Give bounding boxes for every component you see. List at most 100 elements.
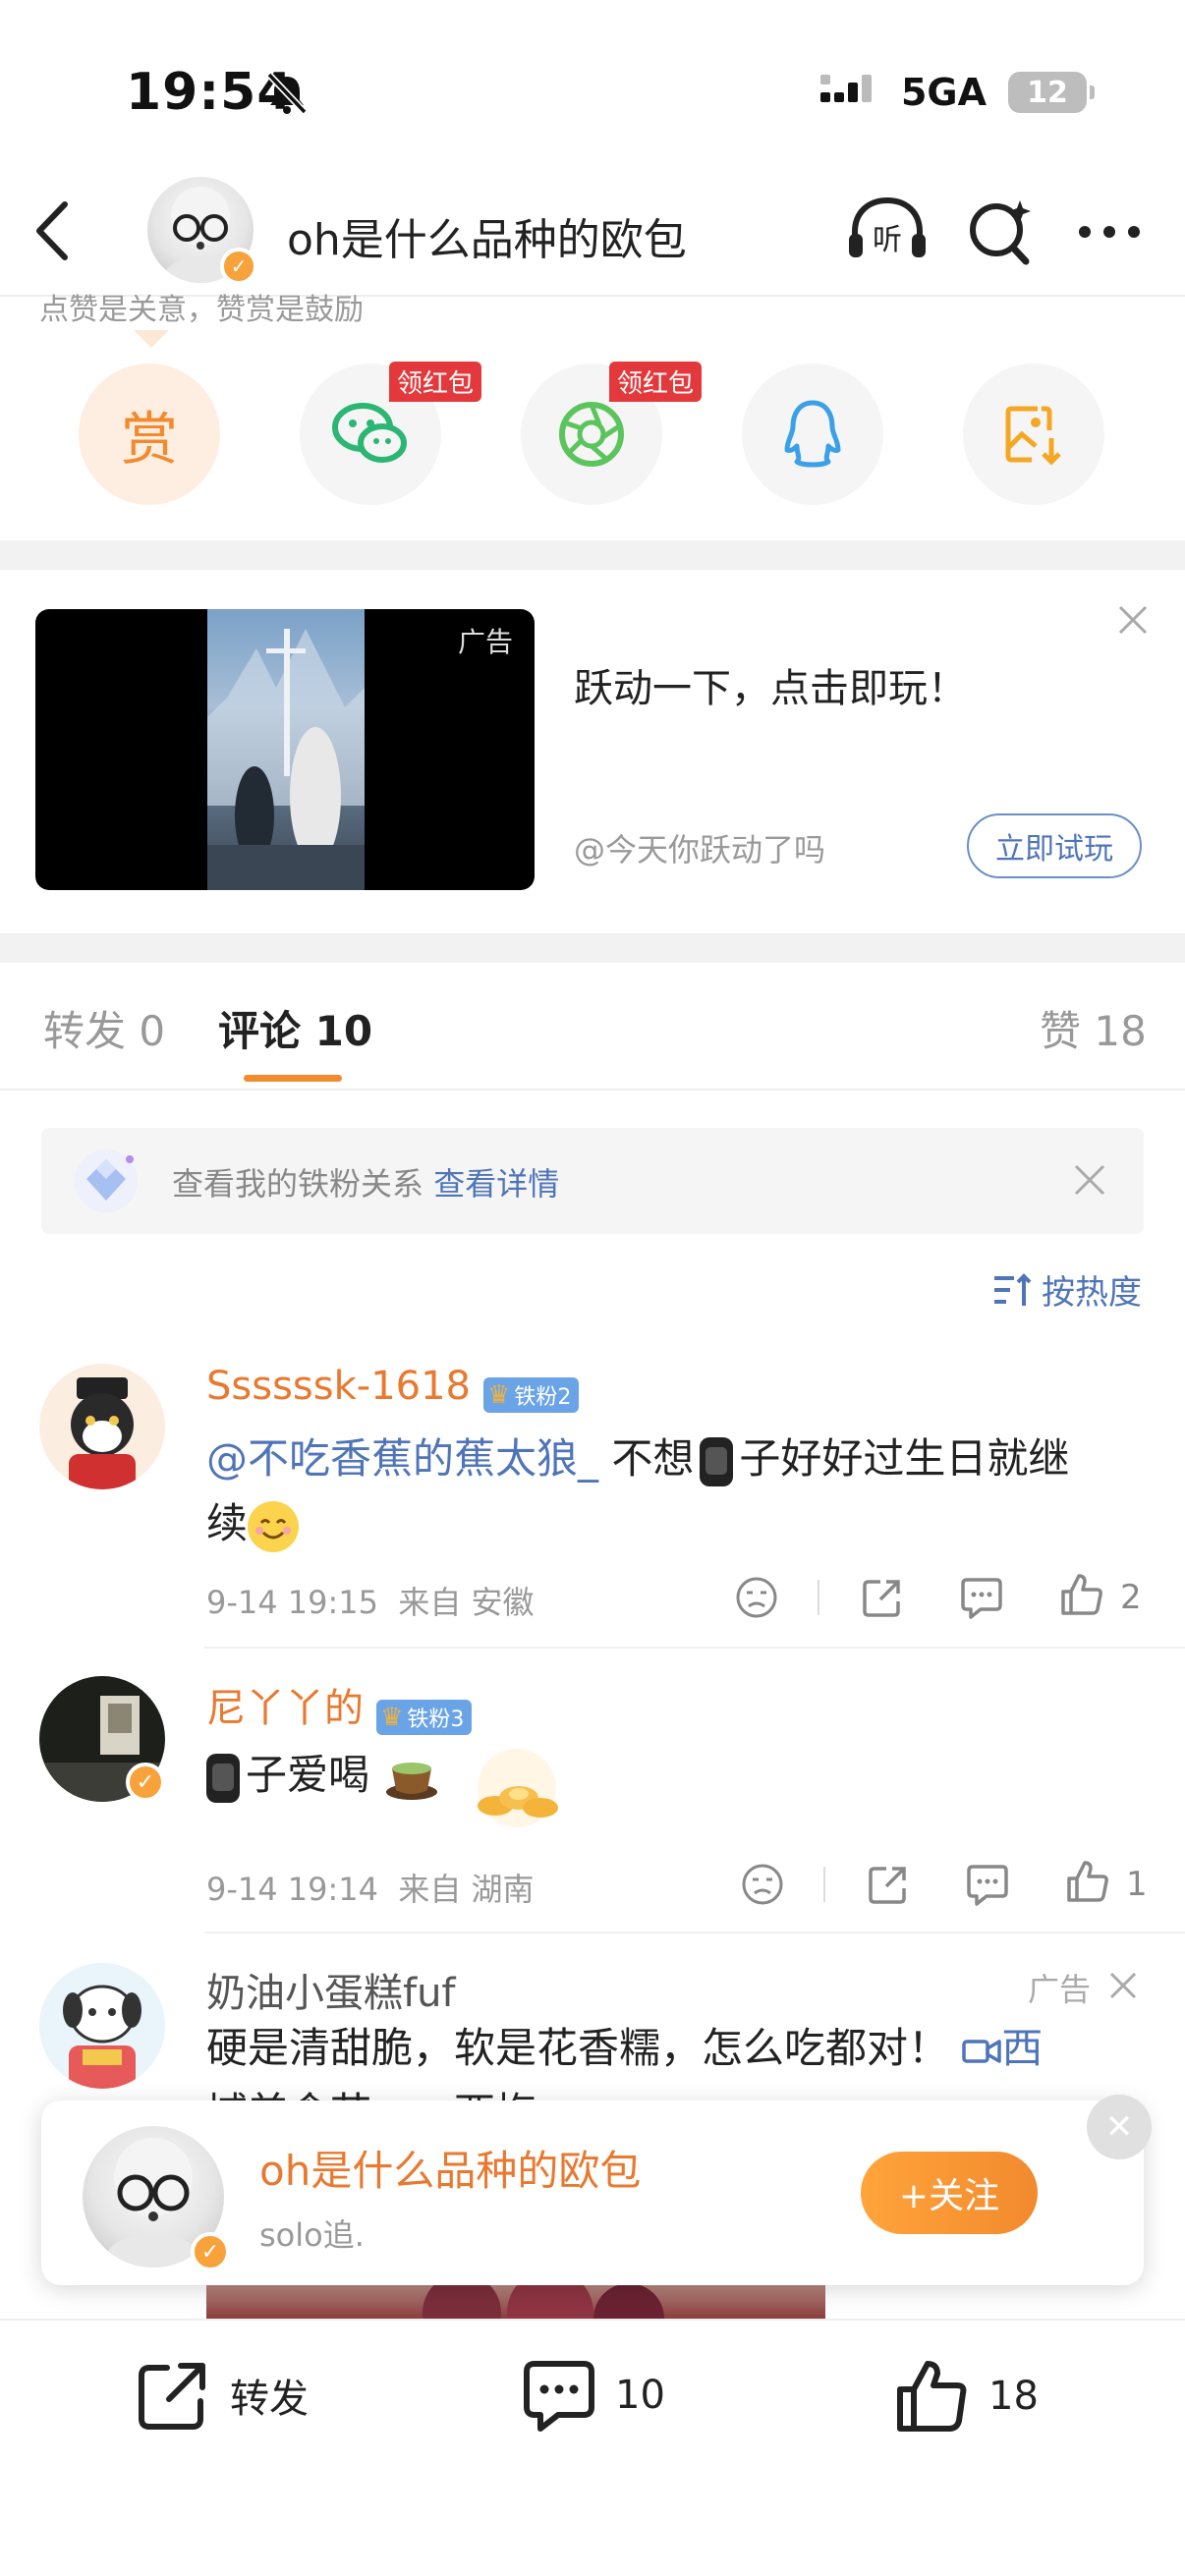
ad-thumbnail[interactable]: 广告 (35, 609, 535, 890)
wechat-icon (332, 403, 407, 463)
ad-label: 广告 (1028, 1971, 1092, 2008)
qq-penguin-icon (784, 400, 841, 468)
popup-username[interactable]: oh是什么品种的欧包 (259, 2138, 641, 2198)
share-qq-button[interactable] (742, 364, 883, 505)
signal-icon (819, 75, 879, 110)
tab-likes[interactable]: 赞 18 (1040, 998, 1147, 1058)
moments-aperture-icon (559, 402, 624, 467)
bottom-repost-button[interactable]: 转发 (136, 2358, 309, 2433)
bottom-like-count: 18 (988, 2374, 1039, 2419)
reward-hint: 点赞是关意，赞赏是鼓励 (39, 293, 364, 327)
fan-level-text: 铁粉3 (407, 1707, 465, 1732)
fan-details-link[interactable]: 查看详情 (433, 1165, 559, 1203)
ad-corner-label: 广告 (457, 626, 513, 658)
popup-close-icon[interactable]: ✕ (1087, 2095, 1152, 2159)
video-link-icon[interactable] (962, 2036, 1002, 2067)
repost-icon (139, 2363, 205, 2430)
share-icon[interactable] (861, 1576, 904, 1619)
svg-text:听: 听 (873, 223, 902, 257)
red-packet-tag-1: 领红包 (389, 362, 482, 402)
save-image-button[interactable] (963, 364, 1104, 505)
share-icon[interactable] (867, 1863, 910, 1906)
comment-text-part: 子爱喝 (246, 1751, 370, 1799)
crown-icon: ♛ (487, 1379, 511, 1410)
headphone-listen-icon[interactable]: 听 (845, 195, 930, 263)
like-icon (897, 2361, 967, 2432)
comment-header: Ssssssk-1618 ♛ 铁粉2 (206, 1364, 580, 1413)
fan-level-badge: ♛ 铁粉3 (376, 1699, 473, 1735)
ad-source[interactable]: @今天你跃动了吗 (574, 825, 825, 870)
fan-level-badge: ♛ 铁粉2 (483, 1376, 580, 1413)
tabs-divider (0, 1089, 1185, 1091)
comment-location: 来自 安徽 (398, 1584, 535, 1621)
mute-bell-icon (265, 71, 309, 116)
tea-cup-emoji-icon (382, 1753, 441, 1804)
ad-comment-close-icon[interactable] (1108, 1971, 1138, 2000)
ad-game-image (207, 609, 365, 890)
reward-label: 赏 (120, 406, 178, 473)
comment-like-count: 1 (1126, 1865, 1148, 1904)
comment-avatar[interactable] (39, 1963, 165, 2089)
diamond-icon (69, 1146, 143, 1216)
fan-relation-label: 查看我的铁粉关系 (172, 1165, 424, 1203)
comment-username[interactable]: Ssssssk-1618 (206, 1364, 471, 1409)
dislike-face-icon[interactable] (735, 1576, 778, 1619)
bottom-repost-label: 转发 (230, 2377, 309, 2422)
comment-username[interactable]: 奶油小蛋糕fuf (206, 1961, 456, 2018)
network-type: 5GA (900, 71, 987, 114)
header-title: oh是什么品种的欧包 (287, 215, 687, 265)
ad-close-icon[interactable] (1116, 603, 1150, 637)
comment-bubble-icon[interactable] (965, 1863, 1010, 1906)
battery-indicator: 12 (1008, 72, 1095, 113)
verified-badge-icon: ✓ (191, 2232, 230, 2271)
dislike-face-icon[interactable] (741, 1863, 784, 1906)
comment-bubble-icon[interactable] (959, 1576, 1004, 1619)
comment-text: @不吃香蕉的蕉太狼_ 不想 子好好过生日就继 续 (206, 1427, 1150, 1556)
comment-text-part: 硬是清甜脆，软是花香糯，怎么吃都对！ (206, 2024, 950, 2072)
comment-icon (524, 2361, 594, 2432)
fan-bar-close-icon[interactable] (1073, 1163, 1106, 1197)
ad-link-text[interactable]: 西 (1001, 2024, 1043, 2072)
comment-text-part: 子好好过生日就继 (739, 1434, 1070, 1483)
comment-meta: 9-14 19:14 来自 湖南 (206, 1865, 535, 1910)
tab-active-indicator (244, 1075, 342, 1082)
section-separator (0, 540, 1185, 570)
section-separator-2 (0, 933, 1185, 963)
save-image-icon (1005, 406, 1061, 466)
comment-divider (204, 1647, 1185, 1649)
follow-button[interactable]: +关注 (861, 2152, 1038, 2234)
reward-button[interactable]: 赏 (79, 364, 220, 505)
gold-ingot-sticker-icon (462, 1747, 570, 1829)
tab-repost[interactable]: 转发 0 (43, 998, 165, 1058)
sort-by-hot[interactable]: 按热度 (992, 1265, 1142, 1314)
bottom-comment-button[interactable]: 10 (521, 2358, 665, 2433)
verified-badge-icon: ✓ (220, 248, 257, 285)
comment-mention[interactable]: @不吃香蕉的蕉太狼_ (206, 1434, 598, 1483)
comment-divider (204, 1932, 1185, 1933)
search-sparkle-icon[interactable] (965, 196, 1036, 267)
comment-time: 9-14 19:15 (206, 1584, 379, 1621)
tab-comments[interactable]: 评论 10 (218, 998, 372, 1058)
try-now-button[interactable]: 立即试玩 (967, 813, 1142, 878)
crown-icon: ♛ (380, 1702, 404, 1732)
like-thumb-icon[interactable] (1065, 1859, 1110, 1904)
back-arrow-icon[interactable] (29, 196, 75, 265)
comment-like-count: 2 (1120, 1578, 1142, 1617)
action-divider (823, 1867, 825, 1902)
fan-relation-text: 查看我的铁粉关系 查看详情 (172, 1159, 559, 1204)
comment-text-part: 不想 (598, 1434, 695, 1483)
ad-headline[interactable]: 跃动一下，点击即玩！ (574, 656, 967, 713)
watch-emoji-icon (700, 1436, 734, 1486)
red-packet-tag-2: 领红包 (609, 362, 703, 402)
bottom-like-button[interactable]: 18 (894, 2358, 1039, 2435)
more-options-icon[interactable] (1075, 222, 1144, 242)
verified-badge-icon: ✓ (126, 1763, 165, 1802)
status-right: 5GA 12 (819, 71, 1095, 114)
comment-avatar[interactable] (39, 1364, 165, 1489)
like-thumb-icon[interactable] (1059, 1572, 1104, 1617)
comment-meta: 9-14 19:15 来自 安徽 (206, 1578, 535, 1623)
watch-emoji-icon (206, 1753, 240, 1803)
comment-username[interactable]: 尼丫丫的 (206, 1686, 364, 1731)
bottom-comment-count: 10 (615, 2373, 665, 2418)
smile-emoji-icon (248, 1500, 300, 1552)
